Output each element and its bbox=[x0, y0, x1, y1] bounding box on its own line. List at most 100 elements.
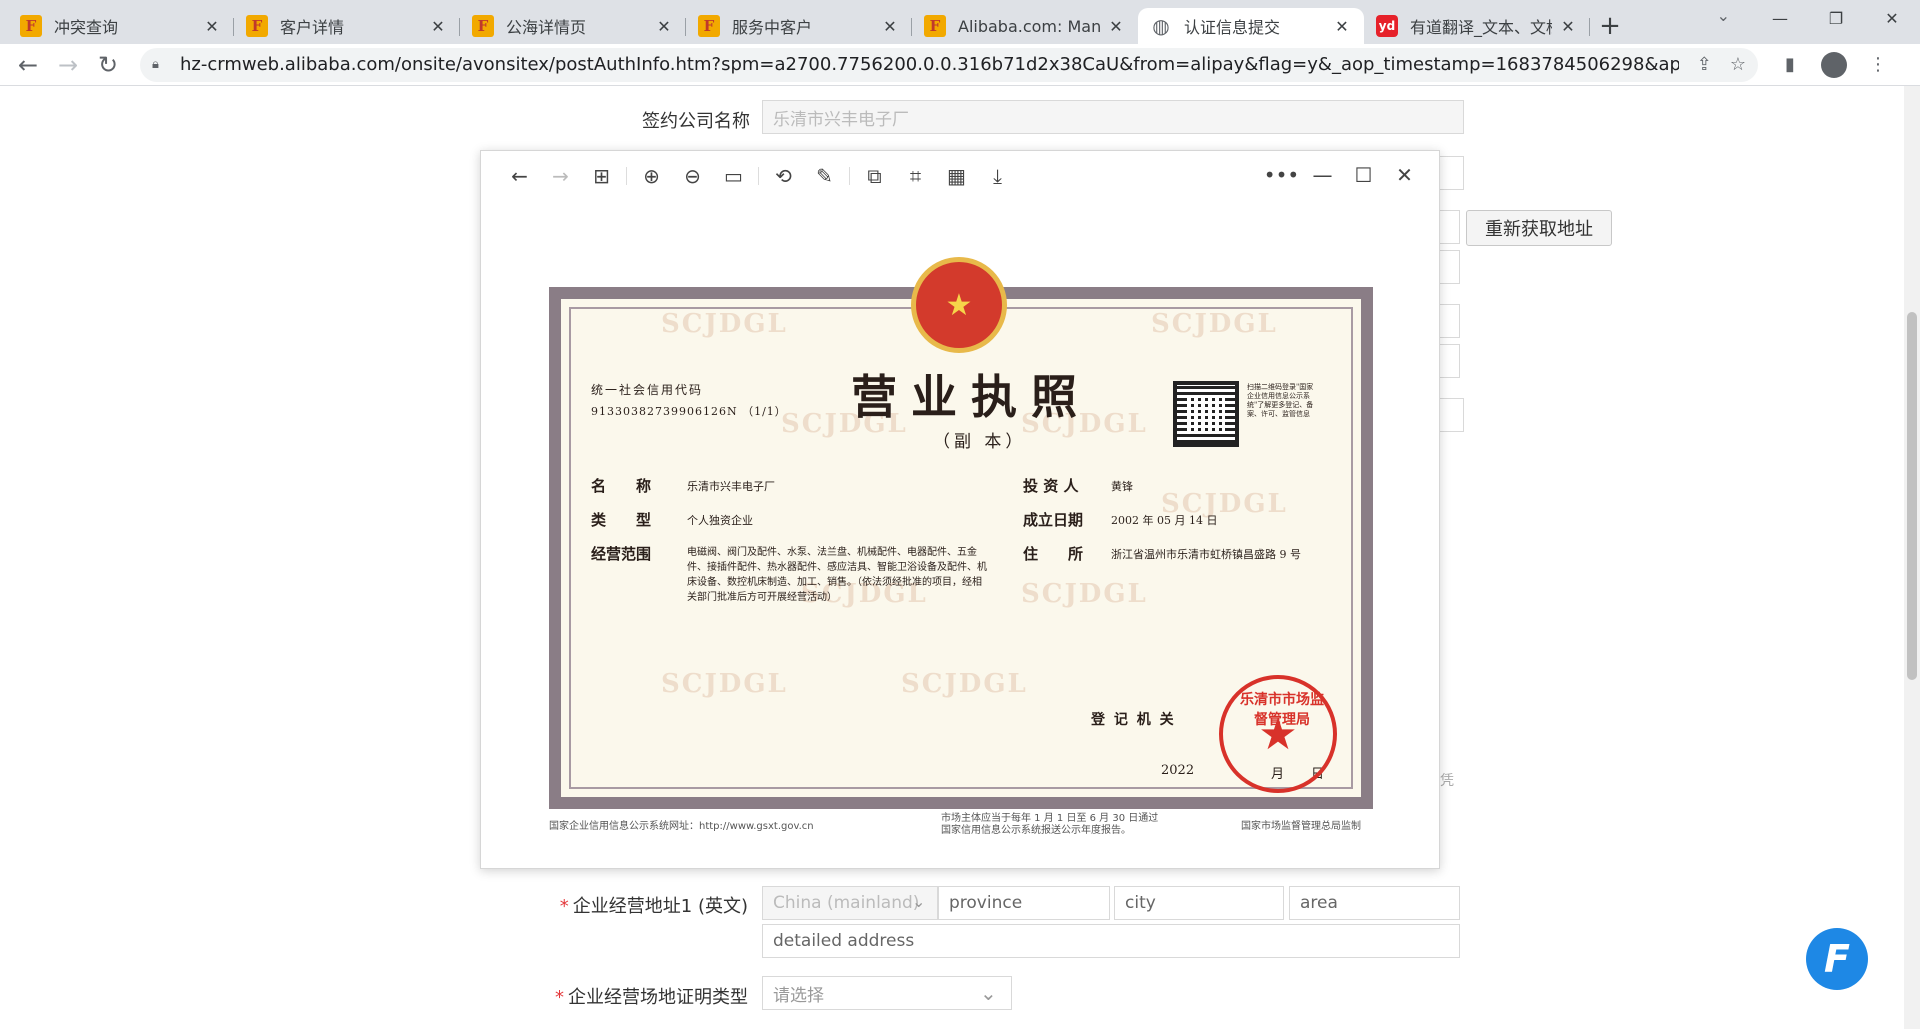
grid-view-icon[interactable]: ⊞ bbox=[581, 164, 622, 188]
reload-icon[interactable]: ↻ bbox=[88, 51, 128, 79]
window-controls: — ❐ ✕ bbox=[1752, 0, 1920, 36]
more-icon[interactable]: ••• bbox=[1261, 163, 1302, 187]
hidden-field-edge[interactable] bbox=[1438, 156, 1464, 190]
hidden-field-edge[interactable] bbox=[1438, 210, 1460, 244]
alibaba-crm-icon: F bbox=[472, 15, 494, 37]
tab-title: 服务中客户 bbox=[732, 18, 813, 37]
browser-tab[interactable]: F 客户详情 ✕ bbox=[234, 8, 460, 44]
hidden-field-edge[interactable] bbox=[1438, 250, 1460, 284]
tab-close-icon[interactable]: ✕ bbox=[1106, 17, 1126, 36]
watermark: SCJDGL bbox=[661, 309, 788, 339]
new-tab-plus-icon[interactable]: + bbox=[1590, 8, 1630, 44]
cert-footer-left: 国家企业信用信息公示系统网址：http://www.gsxt.gov.cn bbox=[549, 821, 814, 832]
forward-icon[interactable]: → bbox=[48, 51, 88, 79]
proof-type-select[interactable]: 请选择 bbox=[762, 976, 1012, 1010]
rotate-icon[interactable]: ⟲ bbox=[763, 164, 804, 188]
investor-value: 黄锋 bbox=[1111, 480, 1133, 493]
address-value-cert: 浙江省温州市乐清市虹桥镇昌盛路 9 号 bbox=[1111, 548, 1301, 561]
alibaba-crm-icon: F bbox=[924, 15, 946, 37]
close-window-icon[interactable]: ✕ bbox=[1864, 9, 1920, 28]
tab-close-icon[interactable]: ✕ bbox=[1558, 17, 1578, 36]
tab-title: 认证信息提交 bbox=[1184, 18, 1281, 37]
back-icon[interactable]: ← bbox=[8, 51, 48, 79]
zoom-in-icon[interactable]: ⊕ bbox=[631, 164, 672, 188]
browser-tab[interactable]: ◍ 认证信息提交 ✕ bbox=[1138, 8, 1364, 44]
menu-kebab-icon[interactable]: ⋮ bbox=[1856, 54, 1900, 75]
maximize-icon[interactable]: ☐ bbox=[1343, 163, 1384, 187]
share-icon[interactable]: ⇪ bbox=[1697, 54, 1712, 75]
minimize-icon[interactable]: — bbox=[1752, 9, 1808, 28]
tab-close-icon[interactable]: ✕ bbox=[654, 17, 674, 36]
detailed-address-input[interactable]: detailed address bbox=[762, 924, 1460, 958]
url-text: hz-crmweb.alibaba.com/onsite/avonsitex/p… bbox=[180, 54, 1679, 75]
watermark: SCJDGL bbox=[901, 669, 1028, 699]
tab-close-icon[interactable]: ✕ bbox=[428, 17, 448, 36]
profile-avatar[interactable] bbox=[1821, 51, 1847, 78]
name-value: 乐清市兴丰电子厂 bbox=[687, 480, 775, 493]
alibaba-crm-icon: F bbox=[698, 15, 720, 37]
scope-value: 电磁阀、阀门及配件、水泵、法兰盘、机械配件、电器配件、五金件、接插件配件、热水器… bbox=[687, 547, 987, 603]
province-input[interactable]: province bbox=[938, 886, 1110, 920]
registrar-label: 登 记 机 关 bbox=[1091, 712, 1176, 728]
investor-label: 投 资 人 bbox=[1023, 477, 1079, 495]
area-input[interactable]: area bbox=[1289, 886, 1460, 920]
tab-search-chevron-icon[interactable]: ⌄ bbox=[1717, 6, 1730, 25]
tab-title: 客户详情 bbox=[280, 18, 345, 37]
type-label: 类 型 bbox=[591, 511, 652, 529]
divider bbox=[849, 167, 850, 185]
business-license-image: SCJDGL SCJDGL SCJDGL SCJDGL SCJDGL SCJDG… bbox=[549, 257, 1373, 809]
credit-code-label: 统一社会信用代码 bbox=[591, 383, 704, 397]
fit-icon[interactable]: ▭ bbox=[713, 164, 754, 188]
address-label-cert: 住 所 bbox=[1023, 545, 1084, 563]
side-panel-icon[interactable]: ▮ bbox=[1768, 54, 1812, 75]
tab-close-icon[interactable]: ✕ bbox=[202, 17, 222, 36]
company-name-field: 乐清市兴丰电子厂 bbox=[762, 100, 1464, 134]
qr-scan-icon[interactable]: ▦ bbox=[936, 164, 977, 188]
browser-toolbar: ← → ↻ 🔒︎ hz-crmweb.alibaba.com/onsite/av… bbox=[0, 44, 1920, 86]
qr-caption: 扫描二维码登录"国家企业信用信息公示系统"了解更多登记、备案、许可、监管信息 bbox=[1247, 383, 1314, 418]
copy-icon[interactable]: ⧉ bbox=[854, 164, 895, 188]
zoom-out-icon[interactable]: ⊖ bbox=[672, 164, 713, 188]
download-icon[interactable]: ⤓ bbox=[977, 164, 1018, 188]
minimize-icon[interactable]: — bbox=[1302, 163, 1343, 187]
watermark: SCJDGL bbox=[1021, 579, 1148, 609]
bookmark-star-icon[interactable]: ☆ bbox=[1730, 54, 1746, 75]
edit-icon[interactable]: ✎ bbox=[804, 164, 845, 188]
viewer-window-controls: ••• — ☐ ✕ bbox=[1261, 163, 1425, 187]
alibaba-crm-icon: F bbox=[246, 15, 268, 37]
browser-tab[interactable]: F 服务中客户 ✕ bbox=[686, 8, 912, 44]
browser-tab[interactable]: F 冲突查询 ✕ bbox=[8, 8, 234, 44]
scrollbar-thumb[interactable] bbox=[1907, 312, 1917, 680]
proof-type-label: * 企业经营场地证明类型 bbox=[555, 987, 748, 1008]
address-bar[interactable]: 🔒︎ hz-crmweb.alibaba.com/onsite/avonsite… bbox=[140, 47, 1758, 82]
tab-close-icon[interactable]: ✕ bbox=[1332, 17, 1352, 36]
previous-icon[interactable]: ← bbox=[499, 164, 540, 188]
cert-title: 营业执照 bbox=[851, 370, 1091, 424]
close-icon[interactable]: ✕ bbox=[1384, 163, 1425, 187]
watermark: SCJDGL bbox=[661, 669, 788, 699]
ocr-icon[interactable]: ⌗ bbox=[895, 164, 936, 188]
city-input[interactable]: city bbox=[1114, 886, 1284, 920]
chevron-down-icon: ⌄ bbox=[980, 981, 997, 1005]
tab-title: 公海详情页 bbox=[506, 18, 587, 37]
company-name-label: 签约公司名称 bbox=[642, 111, 750, 132]
cert-subtitle: （副 本） bbox=[933, 432, 1027, 452]
hidden-field-edge[interactable] bbox=[1438, 344, 1460, 378]
name-label: 名 称 bbox=[591, 477, 652, 495]
hidden-field-edge[interactable] bbox=[1438, 304, 1460, 338]
alibaba-crm-icon: F bbox=[20, 15, 42, 37]
browser-tab[interactable]: yd 有道翻译_文本、文档 ✕ bbox=[1364, 8, 1590, 44]
floating-assistant-button[interactable]: F bbox=[1806, 928, 1868, 990]
national-emblem-icon: ★ bbox=[911, 257, 1007, 353]
restore-icon[interactable]: ❐ bbox=[1808, 9, 1864, 28]
browser-tab[interactable]: F Alibaba.com: Manuf ✕ bbox=[912, 8, 1138, 44]
refresh-address-button[interactable]: 重新获取地址 bbox=[1466, 210, 1612, 246]
tab-close-icon[interactable]: ✕ bbox=[880, 17, 900, 36]
tab-title: Alibaba.com: Manuf bbox=[958, 16, 1100, 36]
next-icon[interactable]: → bbox=[540, 164, 581, 188]
tab-title: 有道翻译_文本、文档 bbox=[1410, 18, 1552, 37]
browser-tab[interactable]: F 公海详情页 ✕ bbox=[460, 8, 686, 44]
hidden-field-edge[interactable] bbox=[1438, 398, 1464, 432]
divider bbox=[626, 167, 627, 185]
browser-tabbar: F 冲突查询 ✕ F 客户详情 ✕ F 公海详情页 ✕ F 服务中客户 ✕ F Alibaba.com: … bbox=[0, 0, 1920, 44]
